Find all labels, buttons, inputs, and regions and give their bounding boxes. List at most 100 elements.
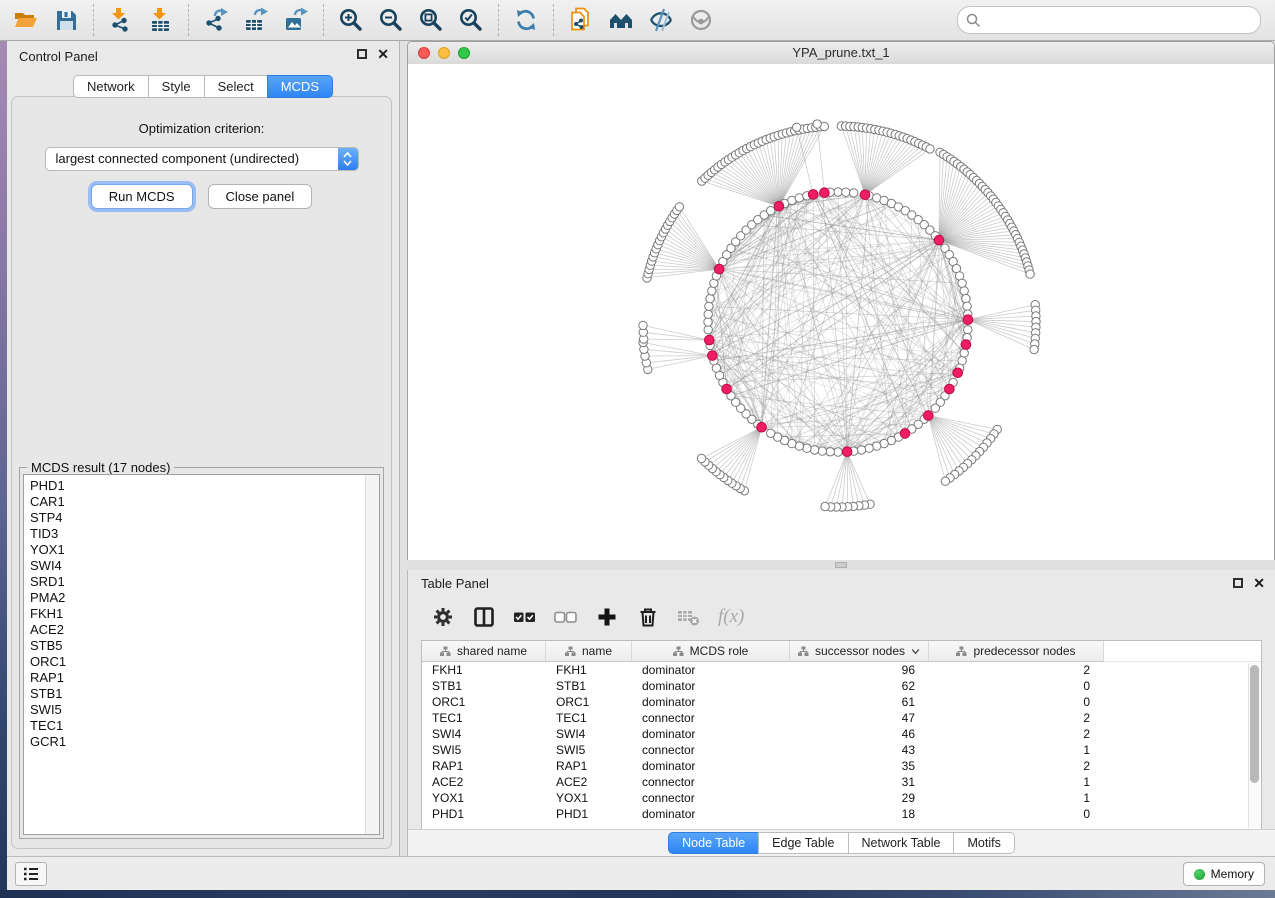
eye-button[interactable] xyxy=(681,2,721,38)
table-row[interactable]: ORC1ORC1dominator610 xyxy=(422,694,1261,710)
mcds-hub-node[interactable] xyxy=(757,422,767,432)
table-row[interactable]: YOX1YOX1connector291 xyxy=(422,790,1261,806)
table-cell[interactable]: connector xyxy=(632,710,790,726)
table-cell[interactable]: 96 xyxy=(790,662,929,678)
mcds-hub-node[interactable] xyxy=(900,429,910,439)
mcds-hub-node[interactable] xyxy=(820,188,830,198)
table-row[interactable]: FKH1FKH1dominator962 xyxy=(422,662,1261,678)
satellite-node[interactable] xyxy=(639,321,647,329)
add-column-button[interactable] xyxy=(595,605,619,629)
tab-network-table[interactable]: Network Table xyxy=(848,832,954,854)
import-network-button[interactable] xyxy=(101,2,141,38)
mcds-hub-node[interactable] xyxy=(708,351,718,361)
import-table-button[interactable] xyxy=(141,2,181,38)
mcds-hub-node[interactable] xyxy=(808,190,818,200)
table-cell[interactable]: ACE2 xyxy=(422,774,546,790)
mcds-result-item[interactable]: GCR1 xyxy=(24,734,365,750)
network-node[interactable] xyxy=(795,194,803,202)
tab-select[interactable]: Select xyxy=(204,75,267,98)
network-node[interactable] xyxy=(834,188,842,196)
table-cell[interactable]: 2 xyxy=(929,710,1104,726)
satellite-node[interactable] xyxy=(813,120,821,128)
table-cell[interactable]: STB1 xyxy=(546,678,632,694)
optimization-criterion-select[interactable]: largest connected component (undirected) xyxy=(45,147,359,171)
network-node[interactable] xyxy=(705,302,713,310)
mcds-hub-node[interactable] xyxy=(934,235,944,245)
table-cell[interactable]: 62 xyxy=(790,678,929,694)
horizontal-splitter[interactable] xyxy=(407,560,1275,570)
mcds-result-item[interactable]: TID3 xyxy=(24,526,365,542)
mcds-result-item[interactable]: RAP1 xyxy=(24,670,365,686)
network-node[interactable] xyxy=(960,349,968,357)
table-cell[interactable]: RAP1 xyxy=(546,758,632,774)
export-image-button[interactable] xyxy=(276,2,316,38)
network-node[interactable] xyxy=(865,444,873,452)
network-node[interactable] xyxy=(704,326,712,334)
mcds-hub-node[interactable] xyxy=(963,315,973,325)
network-canvas[interactable] xyxy=(408,64,1274,560)
mcds-result-item[interactable]: FKH1 xyxy=(24,606,365,622)
striped-eye-button[interactable] xyxy=(641,2,681,38)
table-row[interactable]: SWI5SWI5connector431 xyxy=(422,742,1261,758)
table-cell[interactable]: SWI4 xyxy=(546,726,632,742)
table-cell[interactable]: YOX1 xyxy=(422,790,546,806)
network-window-titlebar[interactable]: YPA_prune.txt_1 xyxy=(408,42,1274,65)
run-mcds-button[interactable]: Run MCDS xyxy=(91,184,193,209)
table-row[interactable]: ACE2ACE2connector311 xyxy=(422,774,1261,790)
table-cell[interactable]: FKH1 xyxy=(422,662,546,678)
mcds-hub-node[interactable] xyxy=(705,335,715,345)
column-header[interactable]: MCDS role xyxy=(632,641,790,662)
float-panel-icon[interactable] xyxy=(357,49,367,59)
mcds-list-scrollbar[interactable] xyxy=(365,475,379,834)
table-cell[interactable]: YOX1 xyxy=(546,790,632,806)
export-table-button[interactable] xyxy=(236,2,276,38)
network-node[interactable] xyxy=(857,446,865,454)
network-node[interactable] xyxy=(958,279,966,287)
open-session-button[interactable] xyxy=(6,2,46,38)
table-cell[interactable]: dominator xyxy=(632,726,790,742)
table-cell[interactable]: dominator xyxy=(632,758,790,774)
network-node[interactable] xyxy=(810,446,818,454)
satellite-node[interactable] xyxy=(926,145,934,153)
mcds-result-item[interactable]: PHD1 xyxy=(24,478,365,494)
mcds-hub-node[interactable] xyxy=(860,190,870,200)
network-node[interactable] xyxy=(704,318,712,326)
satellite-node[interactable] xyxy=(792,123,800,131)
table-scrollbar-thumb[interactable] xyxy=(1250,665,1259,783)
mcds-result-item[interactable]: CAR1 xyxy=(24,494,365,510)
table-row[interactable]: TEC1TEC1connector472 xyxy=(422,710,1261,726)
table-cell[interactable]: 43 xyxy=(790,742,929,758)
table-cell[interactable]: SWI5 xyxy=(422,742,546,758)
delete-column-button[interactable] xyxy=(636,605,660,629)
select-all-button[interactable] xyxy=(513,605,537,629)
mcds-hub-node[interactable] xyxy=(961,340,971,350)
table-cell[interactable]: SWI4 xyxy=(422,726,546,742)
table-cell[interactable]: STB1 xyxy=(422,678,546,694)
table-cell[interactable]: 61 xyxy=(790,694,929,710)
satellite-node[interactable] xyxy=(697,454,705,462)
tab-style[interactable]: Style xyxy=(148,75,204,98)
network-node[interactable] xyxy=(842,188,850,196)
table-cell[interactable]: dominator xyxy=(632,694,790,710)
houses-button[interactable] xyxy=(601,2,641,38)
network-node[interactable] xyxy=(960,287,968,295)
close-table-panel-icon[interactable]: ✕ xyxy=(1253,578,1265,588)
network-node[interactable] xyxy=(818,447,826,455)
network-node[interactable] xyxy=(767,207,775,215)
close-panel-button[interactable]: Close panel xyxy=(208,184,313,209)
table-cell[interactable]: 0 xyxy=(929,678,1104,694)
table-cell[interactable]: dominator xyxy=(632,806,790,822)
table-cell[interactable]: TEC1 xyxy=(546,710,632,726)
mcds-hub-node[interactable] xyxy=(945,384,955,394)
share-document-button[interactable] xyxy=(561,2,601,38)
mcds-result-item[interactable]: PMA2 xyxy=(24,590,365,606)
table-row[interactable]: STB1STB1dominator620 xyxy=(422,678,1261,694)
search-input[interactable] xyxy=(987,12,1252,29)
table-cell[interactable]: ACE2 xyxy=(546,774,632,790)
network-node[interactable] xyxy=(931,404,939,412)
table-row[interactable]: PHD1PHD1dominator180 xyxy=(422,806,1261,822)
mcds-hub-node[interactable] xyxy=(714,264,724,274)
table-cell[interactable]: connector xyxy=(632,774,790,790)
column-header[interactable]: predecessor nodes xyxy=(929,641,1104,662)
table-cell[interactable]: TEC1 xyxy=(422,710,546,726)
